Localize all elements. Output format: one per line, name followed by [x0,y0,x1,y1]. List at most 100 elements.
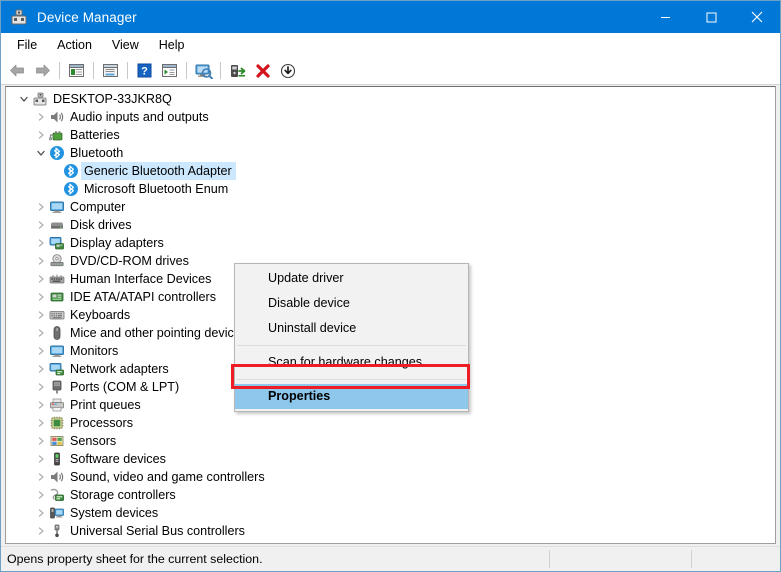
tree-row-software-devices[interactable]: Software devices [6,450,775,468]
device-manager-icon [9,7,29,27]
chevron-right-icon[interactable] [33,378,49,396]
back-arrow-icon[interactable] [5,59,30,82]
menu-view[interactable]: View [102,35,149,55]
tree-row-audio-inputs-and-outputs[interactable]: Audio inputs and outputs [6,108,775,126]
tree-label: Sensors [70,434,117,448]
tree-row-bluetooth[interactable]: Bluetooth [6,144,775,162]
chevron-right-icon[interactable] [33,126,49,144]
context-menu: Update driver Disable device Uninstall d… [234,263,469,412]
chevron-right-icon[interactable] [33,108,49,126]
tree-label: Storage controllers [70,488,176,502]
context-menu-separator [237,345,466,346]
chevron-right-icon[interactable] [33,432,49,450]
status-bar: Opens property sheet for the current sel… [1,546,780,571]
toolbar-separator [127,62,128,79]
chevron-right-icon[interactable] [33,450,49,468]
tree-row-sound-video-and-game-controllers[interactable]: Sound, video and game controllers [6,468,775,486]
close-button[interactable] [734,1,780,33]
forward-arrow-icon[interactable] [30,59,55,82]
tree-row-universal-serial-bus-controllers[interactable]: Universal Serial Bus controllers [6,522,775,540]
chevron-right-icon[interactable] [33,270,49,288]
mouse-icon [49,325,65,341]
show-hide-action-pane-icon[interactable] [157,59,182,82]
hid-icon [49,271,65,287]
chevron-right-icon[interactable] [33,216,49,234]
window-controls [642,1,780,33]
chevron-right-icon[interactable] [33,306,49,324]
toolbar-separator [186,62,187,79]
tree-label: Monitors [70,344,119,358]
context-menu-item-scan-for-hardware-changes[interactable]: Scan for hardware changes [235,350,468,375]
scan-for-hardware-changes-icon[interactable] [191,59,216,82]
tree-row-generic-bluetooth-adapter[interactable]: Generic Bluetooth Adapter [6,162,775,180]
tree-label: Disk drives [70,218,132,232]
chevron-down-icon[interactable] [16,90,32,108]
tree-label: Network adapters [70,362,169,376]
minimize-button[interactable] [642,1,688,33]
chevron-right-icon[interactable] [33,252,49,270]
context-menu-item-properties[interactable]: Properties [235,384,468,409]
storage-controller-icon [49,487,65,503]
device-manager-window: Device Manager File Action View Help ? D… [0,0,781,572]
show-hide-console-tree-icon[interactable] [64,59,89,82]
tree-label: System devices [70,506,159,520]
tree-label: IDE ATA/ATAPI controllers [70,290,217,304]
uninstall-device-icon[interactable] [250,59,275,82]
tree-label: DESKTOP-33JKR8Q [53,92,172,106]
properties-icon[interactable] [98,59,123,82]
system-device-icon [49,505,65,521]
chevron-right-icon[interactable] [33,360,49,378]
tree-row-root[interactable]: DESKTOP-33JKR8Q [6,90,775,108]
tree-label: Human Interface Devices [70,272,212,286]
context-menu-separator [237,379,466,380]
status-bar-divider [691,550,692,568]
client-area: DESKTOP-33JKR8Q Audio inputs and outputs… [1,85,780,546]
tree-row-storage-controllers[interactable]: Storage controllers [6,486,775,504]
help-icon[interactable]: ? [132,59,157,82]
tree-label: Mice and other pointing devices [70,326,248,340]
tree-label: Keyboards [70,308,131,322]
chevron-right-icon[interactable] [33,288,49,306]
tree-label: Computer [70,200,126,214]
speaker-icon [49,469,65,485]
tree-row-system-devices[interactable]: System devices [6,504,775,522]
display-adapter-icon [49,235,65,251]
update-driver-icon[interactable] [225,59,250,82]
tree-row-processors[interactable]: Processors [6,414,775,432]
chevron-right-icon[interactable] [33,324,49,342]
context-menu-item-uninstall-device[interactable]: Uninstall device [235,316,468,341]
context-menu-item-update-driver[interactable]: Update driver [235,266,468,291]
chevron-down-icon[interactable] [33,144,49,162]
monitor-icon [49,199,65,215]
tree-label: Bluetooth [70,146,124,160]
disable-device-icon[interactable] [275,59,300,82]
context-menu-item-disable-device[interactable]: Disable device [235,291,468,316]
menu-help[interactable]: Help [149,35,195,55]
menu-action[interactable]: Action [47,35,102,55]
tree-row-batteries[interactable]: Batteries [6,126,775,144]
disk-drive-icon [49,217,65,233]
chevron-right-icon[interactable] [33,396,49,414]
tree-row-microsoft-bluetooth-enum[interactable]: Microsoft Bluetooth Enum [6,180,775,198]
chevron-right-icon[interactable] [33,504,49,522]
chevron-right-icon[interactable] [33,414,49,432]
tree-row-computer[interactable]: Computer [6,198,775,216]
keyboard-icon [49,307,65,323]
device-tree-pane[interactable]: DESKTOP-33JKR8Q Audio inputs and outputs… [5,86,776,544]
monitor-icon [49,343,65,359]
tree-row-disk-drives[interactable]: Disk drives [6,216,775,234]
tree-label: Software devices [70,452,166,466]
chevron-right-icon[interactable] [33,198,49,216]
title-bar: Device Manager [1,1,780,33]
chevron-right-icon[interactable] [33,468,49,486]
chevron-right-icon[interactable] [33,234,49,252]
chevron-right-icon[interactable] [33,522,49,540]
chevron-right-icon[interactable] [33,486,49,504]
tree-label: Display adapters [70,236,164,250]
tree-row-sensors[interactable]: Sensors [6,432,775,450]
tree-row-display-adapters[interactable]: Display adapters [6,234,775,252]
menu-file[interactable]: File [7,35,47,55]
maximize-button[interactable] [688,1,734,33]
network-adapter-icon [49,361,65,377]
chevron-right-icon[interactable] [33,342,49,360]
